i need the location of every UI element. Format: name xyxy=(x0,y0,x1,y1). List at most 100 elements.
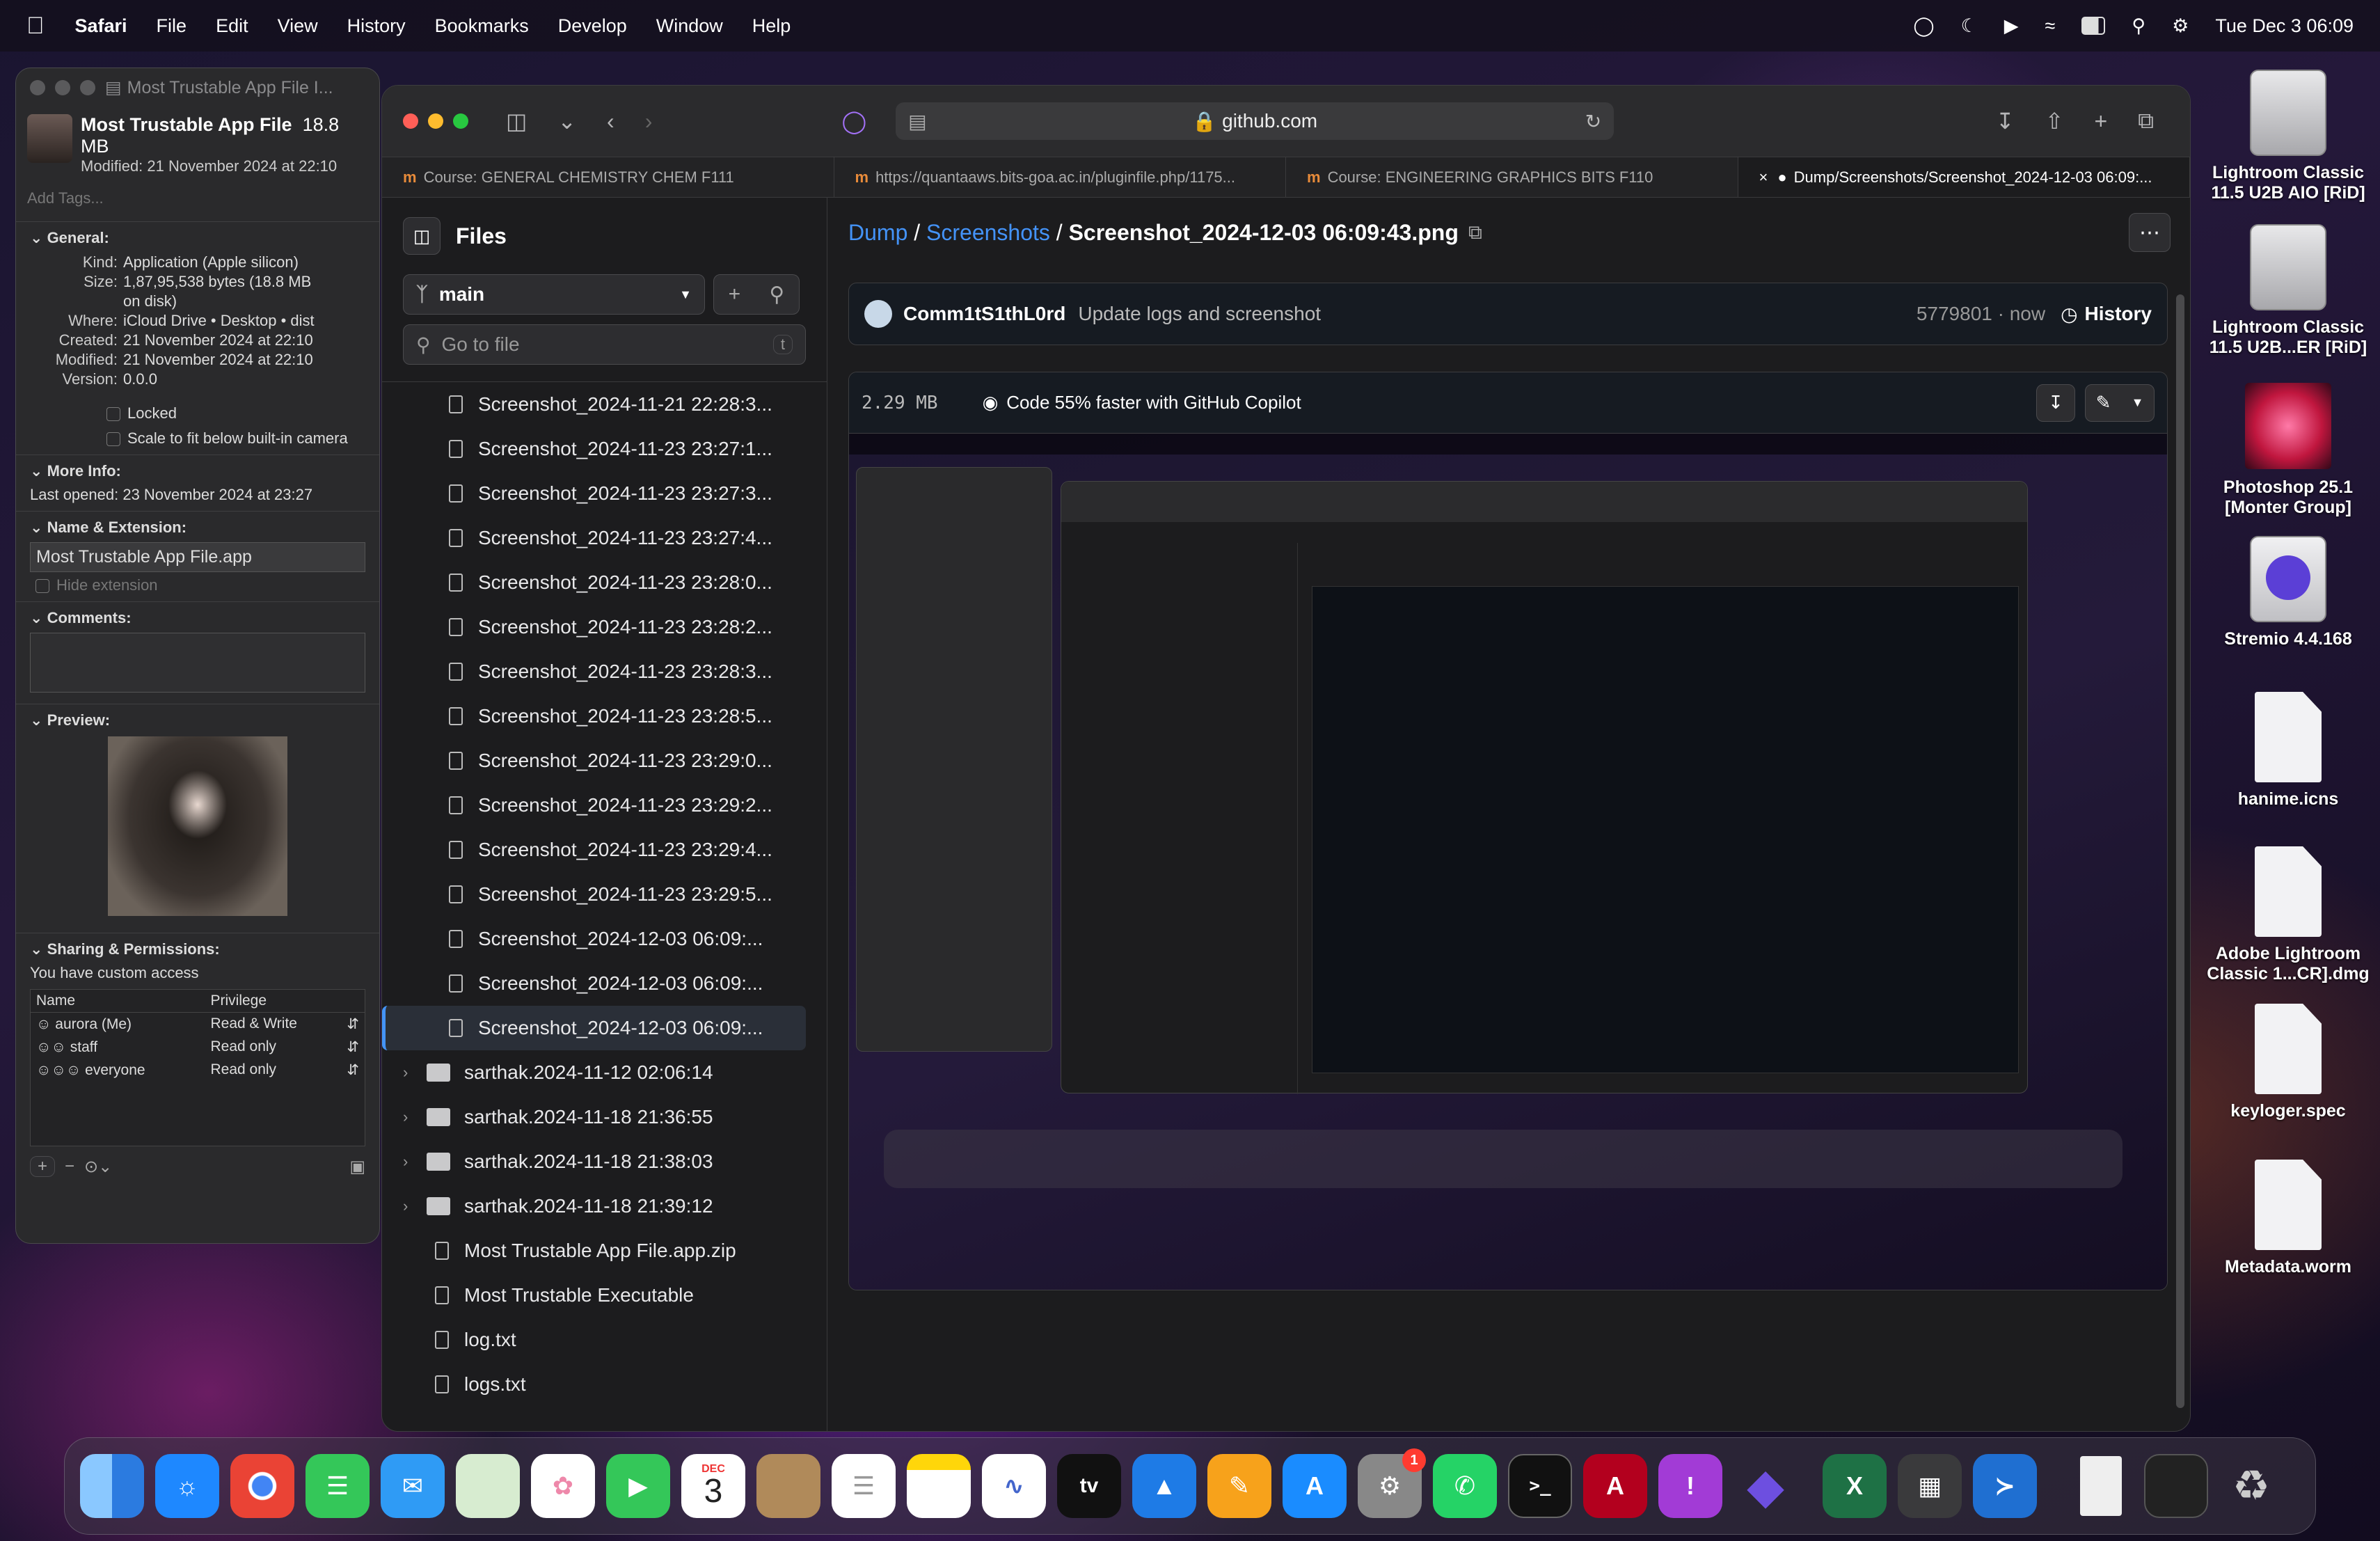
clock[interactable]: Tue Dec 3 06:09 xyxy=(2215,15,2354,37)
desktop-item[interactable]: Metadata.worm xyxy=(2205,1160,2372,1277)
tree-file[interactable]: Screenshot_2024-11-23 23:28:2... xyxy=(382,605,827,649)
preview-header[interactable]: Preview: xyxy=(47,711,111,729)
moon-icon[interactable]: ☾ xyxy=(1961,15,1978,37)
safari-icon[interactable]: ☼ xyxy=(155,1454,219,1518)
downloads-icon[interactable]: ↧ xyxy=(1996,108,2015,134)
sharing-header[interactable]: Sharing & Permissions: xyxy=(47,940,220,958)
forward-icon[interactable]: › xyxy=(645,109,653,134)
scrollbar[interactable] xyxy=(2176,294,2184,1408)
disclosure-icon[interactable]: ⌄ xyxy=(30,609,42,626)
desktop-item[interactable]: keyloger.spec xyxy=(2205,1004,2372,1121)
branch-selector[interactable]: ᛉ main ▼ xyxy=(403,274,705,315)
keynote-icon[interactable]: ▲ xyxy=(1132,1454,1196,1518)
menu-develop[interactable]: Develop xyxy=(558,15,627,37)
commit-author[interactable]: Comm1tS1thL0rd xyxy=(903,303,1065,325)
desktop-item[interactable]: Lightroom Classic 11.5 U2B...ER [RiD] xyxy=(2205,224,2372,358)
tree-file[interactable]: Screenshot_2024-12-03 06:09:... xyxy=(382,1006,806,1050)
tree-file[interactable]: Most Trustable App File.app.zip xyxy=(382,1228,827,1273)
action-menu-icon[interactable]: ⊙⌄ xyxy=(84,1157,112,1177)
downloads-stack-icon[interactable] xyxy=(2069,1454,2133,1518)
close-button[interactable] xyxy=(30,80,45,95)
copy-path-icon[interactable]: ⧉ xyxy=(1468,221,1482,244)
tags-field[interactable]: Add Tags... xyxy=(22,185,374,212)
tab-graphics[interactable]: m Course: ENGINEERING GRAPHICS BITS F110 xyxy=(1286,157,1738,197)
tree-file[interactable]: Screenshot_2024-11-23 23:27:3... xyxy=(382,471,827,516)
column-name[interactable]: Name xyxy=(31,990,205,1013)
tree-file[interactable]: Screenshot_2024-11-23 23:29:0... xyxy=(382,738,827,783)
menu-bookmarks[interactable]: Bookmarks xyxy=(435,15,529,37)
chrome-icon[interactable] xyxy=(230,1454,294,1518)
play-icon[interactable]: ▶ xyxy=(2004,15,2019,37)
tree-folder[interactable]: › sarthak.2024-11-12 02:06:14 xyxy=(382,1050,827,1095)
breadcrumb-dir[interactable]: Screenshots xyxy=(926,220,1050,245)
calendar-icon[interactable]: DEC 3 xyxy=(681,1454,745,1518)
tree-file[interactable]: Screenshot_2024-11-23 23:29:5... xyxy=(382,872,827,917)
minimize-button[interactable] xyxy=(55,80,70,95)
comments-header[interactable]: Comments: xyxy=(47,609,132,626)
chevron-right-icon[interactable]: › xyxy=(403,1197,427,1215)
terminal-icon[interactable]: >_ xyxy=(1508,1454,1572,1518)
stepper-icon[interactable]: ⇵ xyxy=(347,1038,359,1056)
vscode-icon[interactable]: ≻ xyxy=(1973,1454,2037,1518)
feedback-icon[interactable]: ! xyxy=(1658,1454,1722,1518)
reminders-icon[interactable]: ☰ xyxy=(832,1454,896,1518)
address-bar[interactable]: ▤ 🔒 github.com ↻ xyxy=(896,102,1615,140)
tree-file[interactable]: Screenshot_2024-12-03 06:09:... xyxy=(382,917,827,961)
disclosure-icon[interactable]: ⌄ xyxy=(30,229,42,246)
facetime-icon[interactable]: ▶ xyxy=(606,1454,670,1518)
disclosure-icon[interactable]: ⌄ xyxy=(30,940,42,958)
close-tab-icon[interactable]: × xyxy=(1759,168,1768,187)
shield-icon[interactable]: ◯ xyxy=(1913,15,1934,37)
lock-icon[interactable]: ▣ xyxy=(349,1157,365,1177)
tab-github[interactable]: × ● Dump/Screenshots/Screenshot_2024-12-03… xyxy=(1738,157,2190,197)
permission-row[interactable]: ☺ aurora (Me) Read & Write ⇵ xyxy=(31,1013,365,1036)
pages-icon[interactable]: ✎ xyxy=(1207,1454,1271,1518)
disclosure-icon[interactable]: ⌄ xyxy=(30,711,42,729)
tree-folder[interactable]: › sarthak.2024-11-18 21:36:55 xyxy=(382,1095,827,1139)
notes-icon[interactable] xyxy=(907,1454,971,1518)
page-menu-icon[interactable]: ▤ xyxy=(908,110,926,133)
close-button[interactable] xyxy=(403,113,418,129)
disclosure-icon[interactable]: ⌄ xyxy=(30,519,42,536)
chevron-right-icon[interactable]: › xyxy=(403,1153,427,1171)
messages-icon[interactable]: ☰ xyxy=(306,1454,370,1518)
tree-folder[interactable]: › sarthak.2024-11-18 21:38:03 xyxy=(382,1139,827,1184)
tree-file[interactable]: logs.txt xyxy=(382,1362,827,1407)
mail-icon[interactable]: ✉ xyxy=(381,1454,445,1518)
stepper-icon[interactable]: ⇵ xyxy=(347,1061,359,1079)
search-icon[interactable]: ⚲ xyxy=(2132,15,2145,37)
apple-tv-icon[interactable]: tv xyxy=(1057,1454,1121,1518)
tree-file[interactable]: log.txt xyxy=(382,1318,827,1362)
privacy-shield-icon[interactable]: ◯ xyxy=(841,108,866,134)
menu-edit[interactable]: Edit xyxy=(216,15,248,37)
scale-checkbox[interactable] xyxy=(106,432,120,447)
desktop-item[interactable]: hanime.icns xyxy=(2205,692,2372,809)
tree-file[interactable]: Most Trustable Executable xyxy=(382,1273,827,1318)
contacts-icon[interactable] xyxy=(756,1454,820,1518)
commit-sha[interactable]: 5779801 · now xyxy=(1917,303,2045,325)
zoom-button[interactable] xyxy=(80,80,95,95)
zoom-button[interactable] xyxy=(453,113,468,129)
tree-file[interactable]: Screenshot_2024-11-23 23:29:2... xyxy=(382,783,827,828)
stremio-icon[interactable]: ◆ xyxy=(1734,1454,1798,1518)
permission-privilege[interactable]: Read only xyxy=(210,1038,276,1054)
add-permission-button[interactable]: + xyxy=(30,1156,56,1177)
remove-permission-button[interactable]: − xyxy=(65,1157,74,1176)
breadcrumb-repo[interactable]: Dump xyxy=(848,220,907,245)
maps-icon[interactable] xyxy=(456,1454,520,1518)
permission-privilege[interactable]: Read only xyxy=(210,1061,276,1077)
menu-view[interactable]: View xyxy=(278,15,318,37)
screen-recording-icon[interactable] xyxy=(2144,1454,2208,1518)
tree-file[interactable]: Screenshot_2024-11-23 23:28:3... xyxy=(382,649,827,694)
desktop-item[interactable]: Adobe Lightroom Classic 1...CR].dmg xyxy=(2205,846,2372,984)
go-to-file-input[interactable]: ⚲ Go to file t xyxy=(403,324,806,365)
desktop-item[interactable]: Photoshop 25.1 [Monter Group] xyxy=(2205,383,2372,518)
hide-extension-checkbox[interactable] xyxy=(35,579,49,594)
tab-overview-icon[interactable]: ⧉ xyxy=(2138,108,2154,134)
history-icon[interactable]: ◷ xyxy=(2061,303,2077,326)
minimize-button[interactable] xyxy=(428,113,443,129)
menu-help[interactable]: Help xyxy=(752,15,791,37)
history-link[interactable]: History xyxy=(2085,303,2152,325)
more-info-header[interactable]: More Info: xyxy=(47,462,121,480)
stepper-icon[interactable]: ⇵ xyxy=(347,1016,359,1033)
